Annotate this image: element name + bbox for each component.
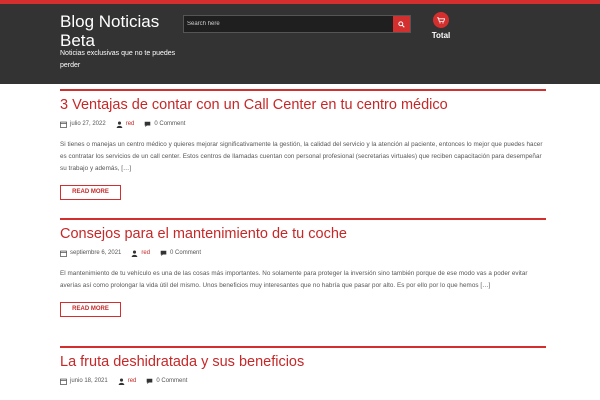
post-author-link[interactable]: red	[141, 250, 150, 256]
post-comments[interactable]: 0 Comment	[146, 378, 187, 385]
search-button[interactable]	[393, 16, 410, 32]
search-icon	[398, 20, 405, 28]
post-comments[interactable]: 0 Comment	[144, 121, 185, 128]
calendar-icon	[60, 378, 67, 385]
post-author[interactable]: red	[131, 250, 150, 257]
post-date: junio 18, 2021	[60, 378, 108, 385]
post-author-link[interactable]: red	[128, 378, 137, 384]
post-meta: junio 18, 2021 red 0 Comment	[60, 376, 546, 386]
read-more-button[interactable]: READ MORE	[60, 302, 121, 317]
site-header: Blog Noticias Beta Noticias exclusivas q…	[0, 4, 600, 84]
post-author[interactable]: red	[118, 378, 137, 385]
post-divider	[60, 89, 546, 91]
post-meta: septiembre 6, 2021 red 0 Comment	[60, 248, 546, 258]
post-divider	[60, 218, 546, 220]
comment-icon	[160, 250, 167, 256]
cart-total-label: Total	[431, 31, 451, 40]
read-more-button[interactable]: READ MORE	[60, 185, 121, 200]
post-card: 3 Ventajas de contar con un Call Center …	[60, 89, 546, 200]
post-meta: julio 27, 2022 red 0 Comment	[60, 119, 546, 129]
post-comments-link[interactable]: 0 Comment	[154, 121, 185, 127]
calendar-icon	[60, 121, 67, 128]
post-author[interactable]: red	[116, 121, 135, 128]
post-comments-link[interactable]: 0 Comment	[156, 378, 187, 384]
post-date-text: julio 27, 2022	[70, 121, 106, 127]
user-icon	[116, 121, 123, 128]
post-author-link[interactable]: red	[126, 121, 135, 127]
post-excerpt: Si tienes o manejas un centro médico y q…	[60, 141, 543, 172]
shopping-cart-icon	[437, 16, 445, 23]
post-date: julio 27, 2022	[60, 121, 106, 128]
cart-widget[interactable]: Total	[426, 12, 456, 40]
user-icon	[118, 378, 125, 385]
calendar-icon	[60, 250, 67, 257]
post-card: La fruta deshidratada y sus beneficios j…	[60, 346, 546, 386]
post-date: septiembre 6, 2021	[60, 250, 121, 257]
comment-icon	[147, 378, 153, 384]
post-card: Consejos para el mantenimiento de tu coc…	[60, 218, 546, 317]
site-title[interactable]: Blog Noticias Beta	[60, 12, 180, 50]
post-title[interactable]: Consejos para el mantenimiento de tu coc…	[60, 226, 546, 243]
post-title[interactable]: 3 Ventajas de contar con un Call Center …	[60, 97, 546, 114]
post-comments-link[interactable]: 0 Comment	[170, 250, 201, 256]
post-date-text: septiembre 6, 2021	[70, 250, 122, 256]
user-icon	[132, 250, 138, 257]
search-input[interactable]	[184, 16, 394, 32]
site-tagline: Noticias exclusivas que no te puedes per…	[60, 50, 176, 69]
post-divider	[60, 346, 546, 348]
post-date-text: junio 18, 2021	[70, 378, 108, 384]
post-comments[interactable]: 0 Comment	[160, 250, 201, 257]
comment-icon	[145, 121, 151, 127]
post-excerpt: El mantenimiento de tu vehículo es una d…	[60, 270, 528, 289]
post-title[interactable]: La fruta deshidratada y sus beneficios	[60, 354, 546, 371]
search-form	[183, 15, 411, 33]
cart-button[interactable]	[433, 12, 449, 28]
